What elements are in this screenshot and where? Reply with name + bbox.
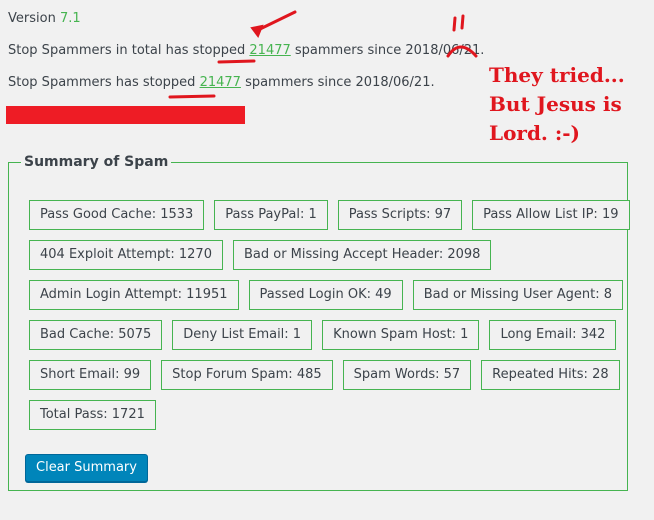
summary-stats: Pass Good Cache: 1533 Pass PayPal: 1 Pas…: [29, 200, 630, 440]
stat-long-email: Long Email: 342: [489, 320, 617, 350]
arrow-mark: [256, 10, 297, 32]
clear-summary-button[interactable]: Clear Summary: [25, 454, 148, 482]
frown-eyebrow-left: [452, 16, 457, 32]
frown-mouth: [446, 45, 478, 58]
summary-row: 404 Exploit Attempt: 1270 Bad or Missing…: [29, 240, 629, 270]
summary-row: Admin Login Attempt: 11951 Passed Login …: [29, 280, 629, 310]
underline-stopped: [168, 94, 216, 99]
stat-passed-login-ok: Passed Login OK: 49: [248, 280, 403, 310]
stat-bad-missing-accept-header: Bad or Missing Accept Header: 2098: [232, 240, 492, 270]
stat-known-spam-host: Known Spam Host: 1: [322, 320, 480, 350]
stat-pass-paypal: Pass PayPal: 1: [214, 200, 328, 230]
stat-spam-words: Spam Words: 57: [342, 360, 472, 390]
underline-total: [217, 59, 256, 64]
stat-404-exploit-attempt: 404 Exploit Attempt: 1270: [29, 240, 223, 270]
arrow-head: [250, 24, 264, 39]
summary-row: Total Pass: 1721: [29, 400, 629, 430]
stat-short-email: Short Email: 99: [29, 360, 152, 390]
stat-pass-scripts: Pass Scripts: 97: [337, 200, 463, 230]
stat-repeated-hits: Repeated Hits: 28: [481, 360, 620, 390]
stat-total-pass: Total Pass: 1721: [29, 400, 156, 430]
stat-pass-allow-list-ip: Pass Allow List IP: 19: [472, 200, 630, 230]
stat-stop-forum-spam: Stop Forum Spam: 485: [161, 360, 333, 390]
summary-legend: Summary of Spam: [24, 154, 169, 170]
stat-deny-list-email: Deny List Email: 1: [172, 320, 313, 350]
summary-row: Pass Good Cache: 1533 Pass PayPal: 1 Pas…: [29, 200, 630, 230]
frown-eyebrow-right: [460, 14, 465, 30]
summary-of-spam-panel: Summary of Spam Pass Good Cache: 1533 Pa…: [8, 154, 630, 491]
summary-row: Short Email: 99 Stop Forum Spam: 485 Spa…: [29, 360, 629, 390]
summary-row: Bad Cache: 5075 Deny List Email: 1 Known…: [29, 320, 629, 350]
stat-bad-missing-user-agent: Bad or Missing User Agent: 8: [412, 280, 624, 310]
stat-bad-cache: Bad Cache: 5075: [29, 320, 163, 350]
stat-admin-login-attempt: Admin Login Attempt: 11951: [29, 280, 239, 310]
stat-pass-good-cache: Pass Good Cache: 1533: [29, 200, 205, 230]
